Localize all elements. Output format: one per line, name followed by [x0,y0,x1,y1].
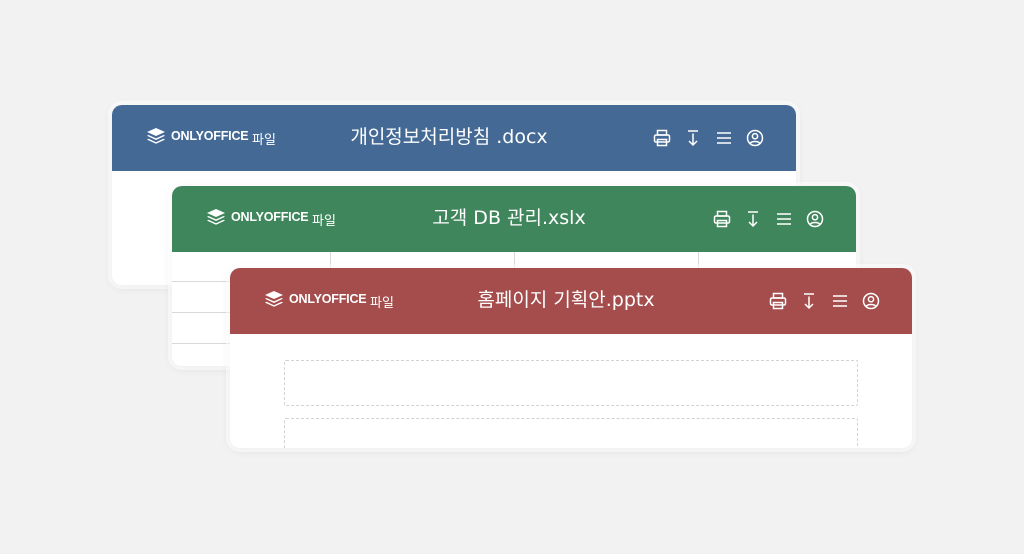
pptx-editor-window: ONLYOFFICE 파일 홈페이지 기획안.pptx [230,268,912,448]
account-button[interactable] [744,127,766,149]
print-button[interactable] [767,290,789,312]
menu-button[interactable] [713,127,735,149]
menu-icon [717,132,731,144]
slide-body-placeholder[interactable] [284,418,858,448]
download-icon [748,211,758,228]
download-icon [688,130,698,147]
menu-button[interactable] [773,208,795,230]
grid-row-line [172,281,232,282]
download-button[interactable] [742,208,764,230]
menu-icon [833,295,847,307]
account-button[interactable] [804,208,826,230]
user-icon [862,292,880,310]
menu-icon [777,213,791,225]
print-icon [653,129,671,147]
menu-button[interactable] [829,290,851,312]
print-button[interactable] [651,127,673,149]
print-icon [769,292,787,310]
xlsx-title-bar: ONLYOFFICE 파일 고객 DB 관리.xslx [172,186,856,252]
grid-row-line [172,343,232,344]
docx-title-bar: ONLYOFFICE 파일 개인정보처리방침 .docx [112,105,796,171]
header-tools [758,290,882,312]
user-icon [806,210,824,228]
slide-title-placeholder[interactable] [284,360,858,406]
download-button[interactable] [798,290,820,312]
user-icon [746,129,764,147]
print-icon [713,210,731,228]
header-tools [642,127,766,149]
pptx-title-bar: ONLYOFFICE 파일 홈페이지 기획안.pptx [230,268,912,334]
grid-row-line [172,312,232,313]
header-tools [702,208,826,230]
print-button[interactable] [711,208,733,230]
download-button[interactable] [682,127,704,149]
account-button[interactable] [860,290,882,312]
download-icon [804,293,814,310]
